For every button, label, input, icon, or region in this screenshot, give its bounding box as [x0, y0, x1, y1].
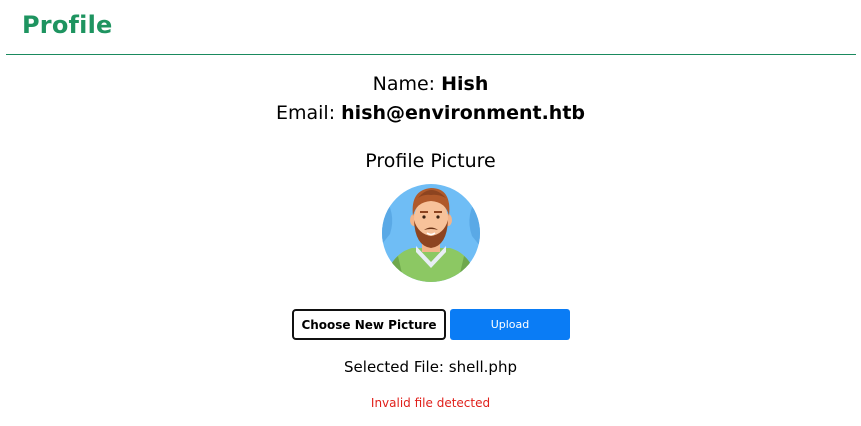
email-value: hish@environment.htb: [341, 102, 586, 124]
profile-picture-heading: Profile Picture: [365, 150, 496, 172]
name-row: Name: Hish: [0, 73, 861, 95]
choose-picture-button[interactable]: Choose New Picture: [292, 309, 446, 340]
name-label: Name:: [372, 73, 436, 95]
email-row: Email: hish@environment.htb: [0, 102, 861, 124]
error-message: Invalid file detected: [370, 396, 491, 410]
selected-file-label: Selected File:: [344, 358, 444, 376]
email-label: Email:: [275, 102, 336, 124]
upload-button[interactable]: Upload: [450, 309, 570, 340]
bearded-man-avatar-icon: [382, 184, 480, 282]
selected-file-text: Selected File: shell.php: [0, 358, 861, 376]
avatar: [382, 184, 480, 282]
selected-file-name: shell.php: [448, 358, 517, 376]
name-value: Hish: [441, 73, 489, 95]
page-title: Profile: [22, 11, 113, 39]
page-header: Profile: [6, 0, 856, 55]
